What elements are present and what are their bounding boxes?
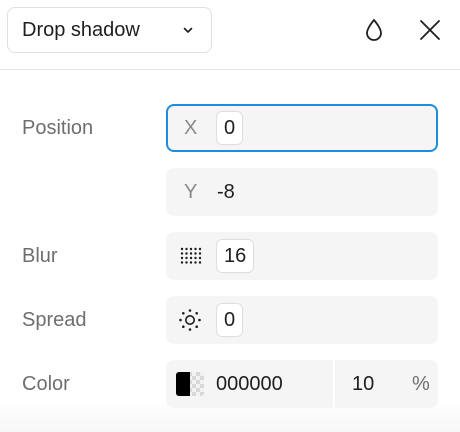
- color-swatch[interactable]: [176, 372, 204, 396]
- blur-input[interactable]: 16: [216, 239, 255, 273]
- position-label: Position: [22, 117, 94, 139]
- blur-field[interactable]: 16: [166, 232, 438, 280]
- position-y-field[interactable]: Y -8: [166, 168, 438, 216]
- close-icon[interactable]: [417, 17, 443, 43]
- color-label: Color: [22, 373, 70, 395]
- x-prefix: X: [184, 116, 198, 139]
- bottom-fade: [0, 400, 460, 432]
- spread-input[interactable]: 0: [216, 303, 244, 337]
- color-swatch-solid: [176, 372, 190, 396]
- spread-field[interactable]: 0: [166, 296, 438, 344]
- position-x-field[interactable]: X 0: [166, 104, 438, 152]
- chevron-down-icon: [183, 27, 193, 33]
- spread-sun-icon: [179, 309, 201, 331]
- position-x-input[interactable]: 0: [216, 111, 244, 145]
- effect-type-dropdown[interactable]: Drop shadow: [7, 7, 212, 53]
- droplet-icon[interactable]: [361, 17, 387, 43]
- effect-type-label: Drop shadow: [22, 18, 140, 41]
- y-prefix: Y: [184, 180, 198, 203]
- spread-label: Spread: [22, 309, 87, 331]
- position-y-input[interactable]: -8: [217, 168, 235, 216]
- effect-header: Drop shadow: [0, 0, 460, 70]
- blur-dots-icon: [180, 247, 202, 264]
- blur-label: Blur: [22, 245, 58, 267]
